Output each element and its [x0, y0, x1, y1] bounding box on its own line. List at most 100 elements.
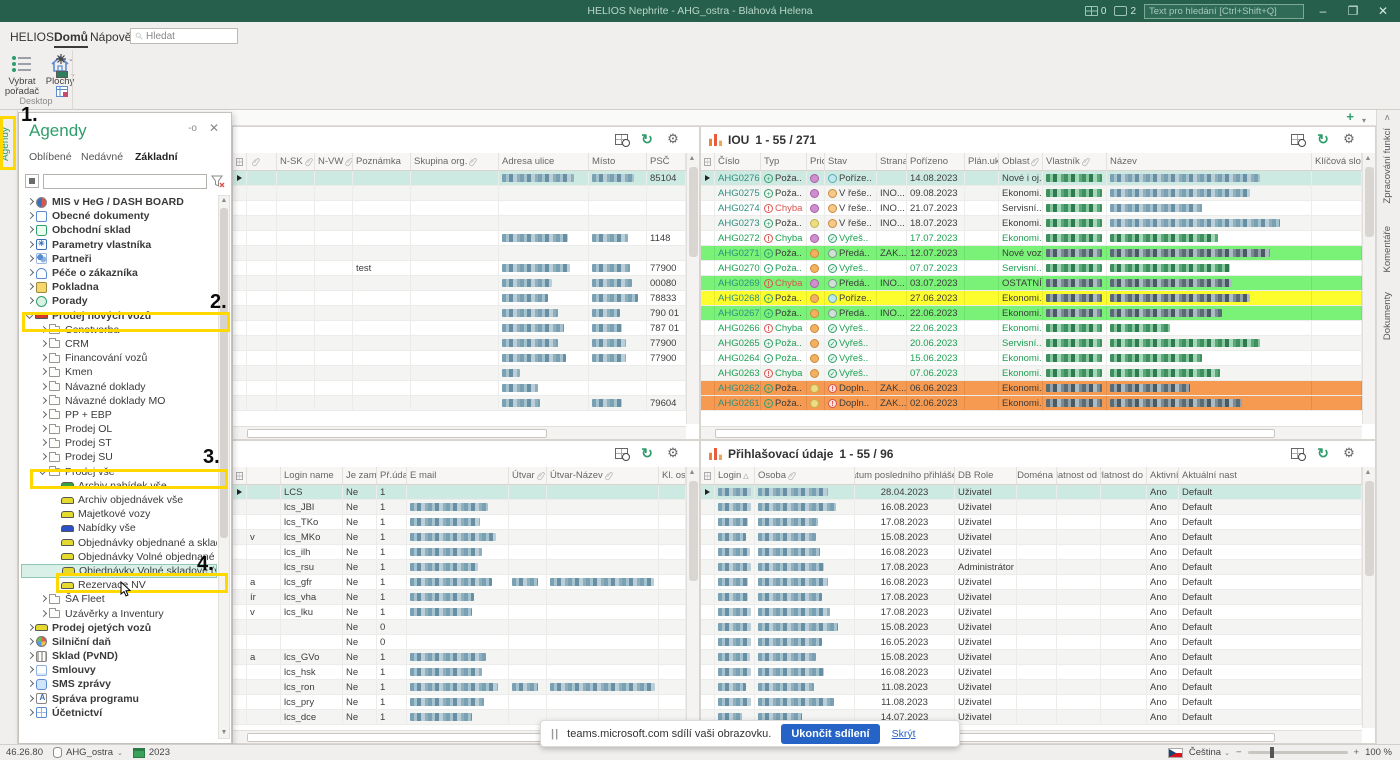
table-row[interactable]: lcs_TKoNe1 — [233, 515, 686, 530]
column-header-ps[interactable]: PSČ — [647, 153, 686, 170]
tree-item-objedn-vky-voln-skladov-v-e[interactable]: Objednávky Volné skladové (vše) — [21, 564, 217, 578]
dock-tab-komentare[interactable]: Komentáře — [1382, 226, 1393, 272]
tree-expand-icon[interactable] — [25, 197, 35, 207]
refresh-icon[interactable]: ↻ — [1315, 131, 1331, 147]
table-row[interactable]: 787 01 — [233, 321, 686, 336]
tree-expand-icon[interactable] — [38, 452, 48, 462]
tree-item-archiv-objedn-vek-v-e[interactable]: Archiv objednávek vše — [21, 493, 217, 507]
column-header-n-zev[interactable]: Název — [1107, 153, 1312, 170]
tree-item-parametry-vlastn-ka[interactable]: Parametry vlastníka — [21, 238, 217, 252]
tree-expand-icon[interactable] — [25, 651, 35, 661]
tree-expand-icon[interactable] — [25, 254, 35, 264]
table-search-icon[interactable] — [1289, 445, 1305, 461]
tree-item-archiv-nab-dek-v-e[interactable]: Archiv nabídek vše — [21, 479, 217, 493]
table-row[interactable]: 16.08.2023UživatelAnoDefault — [701, 665, 1362, 680]
table-row[interactable]: 78833 — [233, 291, 686, 306]
tree-item-nab-dky-v-e[interactable]: Nabídky vše — [21, 521, 217, 535]
table-row[interactable]: lcs_rsuNe1 — [233, 560, 686, 575]
tree-expand-icon[interactable] — [25, 311, 35, 321]
table-row[interactable]: 11.08.2023UživatelAnoDefault — [701, 680, 1362, 695]
table-row[interactable] — [233, 186, 686, 201]
column-header-p-daj[interactable]: Př.údaj — [377, 467, 407, 484]
collapse-chevron-icon[interactable]: ʌ — [1385, 112, 1390, 122]
tree-item-smlouvy[interactable]: Smlouvy — [21, 663, 217, 677]
table-row[interactable]: AHG0265+Poža..✓Vyřeš..20.06.2023Servisní… — [701, 336, 1362, 351]
table-row[interactable]: 16.08.2023UživatelAnoDefault — [701, 545, 1362, 560]
tree-expand-icon[interactable] — [38, 410, 48, 420]
column-header-db-role[interactable]: DB Role — [955, 467, 1017, 484]
table-row[interactable] — [233, 381, 686, 396]
tree-item-prodej-su[interactable]: Prodej SU — [21, 450, 217, 464]
tree-item-etnictv[interactable]: Účetnictví — [21, 706, 217, 720]
column-header-adresa-ulice[interactable]: Adresa ulice — [499, 153, 589, 170]
tree-expand-icon[interactable] — [38, 467, 48, 477]
tree-expand-icon[interactable] — [38, 367, 48, 377]
column-header-oblast[interactable]: Oblast — [999, 153, 1043, 170]
filter-mode-button[interactable] — [25, 174, 39, 188]
table-row[interactable]: AHG0266!Chyba✓Vyřeš..22.06.2023Ekonomi.. — [701, 321, 1362, 336]
column-header-dom-na[interactable]: Doména — [1017, 467, 1057, 484]
tree-item-spr-va-programu[interactable]: Správa programu — [21, 692, 217, 706]
table-row[interactable]: AHG0263!Chyba✓Vyřeš..07.06.2023Ekonomi.. — [701, 366, 1362, 381]
tree-item-objedn-vky-objednan-a-skladem-v-e[interactable]: Objednávky objednané a skladem (vše) — [21, 536, 217, 550]
column-header-aktivn[interactable]: Aktivní — [1147, 467, 1179, 484]
select-all-header[interactable] — [233, 467, 247, 484]
column-header-skupina-org[interactable]: Skupina org. — [411, 153, 499, 170]
column-header-pl-n-ukon[interactable]: Plán.ukon — [965, 153, 999, 170]
zoom-out-button[interactable]: − — [1236, 747, 1242, 758]
table-search-icon[interactable] — [613, 445, 629, 461]
tree-item-obchodn-sklad[interactable]: Obchodní sklad — [21, 223, 217, 237]
select-all-header[interactable] — [701, 153, 715, 170]
tree-expand-icon[interactable] — [25, 694, 35, 704]
add-panel-button[interactable]: + — [1346, 112, 1354, 122]
tree-expand-icon[interactable] — [38, 325, 48, 335]
table-row[interactable] — [233, 366, 686, 381]
tree-expand-icon[interactable] — [38, 609, 48, 619]
table-search-icon[interactable] — [613, 131, 629, 147]
table-row[interactable]: 11.08.2023UživatelAnoDefault — [701, 695, 1362, 710]
tree-item-prodej-nov-ch-voz[interactable]: Prodej nových vozů — [21, 309, 217, 323]
tree-item-majetkov-vozy[interactable]: Majetkové vozy — [21, 507, 217, 521]
stop-sharing-button[interactable]: Ukončit sdílení — [781, 724, 879, 744]
table-row[interactable]: AHG0271+Poža..Předá..ZAK...12.07.2023Nov… — [701, 246, 1362, 261]
tree-expand-icon[interactable] — [25, 296, 35, 306]
column-header-datum-posledn-ho-p-ihl-en[interactable]: Datum posledního přihlášení — [855, 467, 955, 484]
table-row[interactable]: 17.08.2023UživatelAnoDefault — [701, 515, 1362, 530]
column-header-pozn-mka[interactable]: Poznámka — [353, 153, 411, 170]
table-row[interactable]: AHG0274!ChybaV řeše..INO...21.07.2023Ser… — [701, 201, 1362, 216]
tree-item-prodej-ol[interactable]: Prodej OL — [21, 422, 217, 436]
tree-item-n-vazn-doklady[interactable]: Návazné doklady — [21, 379, 217, 393]
tree-expand-icon[interactable] — [38, 353, 48, 363]
table-row[interactable]: vlcs_MKoNe1 — [233, 530, 686, 545]
table-row[interactable]: AHG0276+Poža..Poříze..14.08.2023Nové i o… — [701, 171, 1362, 186]
add-panel-dropdown-icon[interactable]: ▾ — [1362, 116, 1366, 125]
column-header-kl-os[interactable]: Kl. os — [659, 467, 686, 484]
dock-tab-dokumenty[interactable]: Dokumenty — [1382, 292, 1393, 340]
table-row[interactable] — [233, 216, 686, 231]
table-row[interactable]: alcs_gfrNe1 — [233, 575, 686, 590]
table-row[interactable]: 15.08.2023UživatelAnoDefault — [701, 530, 1362, 545]
table-row[interactable]: AHG0262+Poža..!Dopln..ZAK...06.06.2023Ek… — [701, 381, 1362, 396]
column-header-tvar-n-zev[interactable]: Útvar-Název — [547, 467, 659, 484]
column-header-stav[interactable]: Stav — [825, 153, 877, 170]
table-row[interactable]: 16.08.2023UživatelAnoDefault — [701, 500, 1362, 515]
close-button[interactable]: ✕ — [1372, 4, 1394, 18]
tree-item-rezervace-nv[interactable]: Rezervace NV — [21, 578, 217, 592]
column-header-e-mail[interactable]: E mail — [407, 467, 509, 484]
zoom-slider[interactable] — [1248, 751, 1348, 754]
table-row[interactable]: 790 01 — [233, 306, 686, 321]
dock-tab-zpracovani-funkci[interactable]: Zpracování funkcí — [1382, 128, 1393, 204]
vertical-scrollbar[interactable]: ▲ — [686, 467, 699, 728]
table-row[interactable]: írlcs_vhaNe1 — [233, 590, 686, 605]
database-selector[interactable]: AHG_ostra⌄ — [53, 747, 123, 758]
table-row[interactable]: 16.05.2023UživatelAnoDefault — [701, 635, 1362, 650]
tree-expand-icon[interactable] — [25, 282, 35, 292]
table-row[interactable] — [233, 246, 686, 261]
table-row[interactable]: 17.08.2023AdministrátorAnoDefault — [701, 560, 1362, 575]
tree-item-p-e-o-z-kazn-ka[interactable]: Péče o zákazníka — [21, 266, 217, 280]
tree-item-crm[interactable]: CRM — [21, 337, 217, 351]
year-selector[interactable]: 2023 — [133, 747, 170, 758]
tree-scrollbar[interactable]: ▲▼ — [218, 195, 230, 739]
tree-expand-icon[interactable] — [25, 665, 35, 675]
tree-expand-icon[interactable] — [25, 708, 35, 718]
